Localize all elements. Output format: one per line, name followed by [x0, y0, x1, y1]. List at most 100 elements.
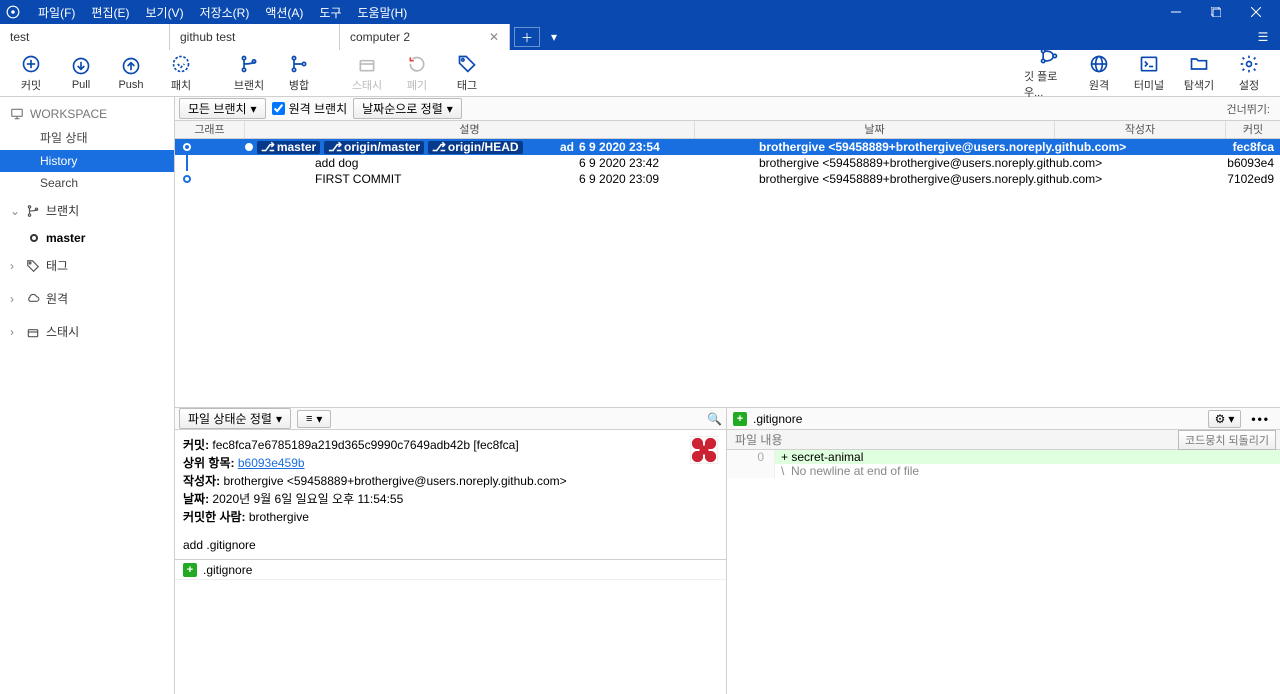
col-commit[interactable]: 커밋 — [1226, 121, 1280, 138]
search-icon[interactable]: 🔍 — [707, 412, 722, 426]
explorer-button[interactable]: 탐색기 — [1174, 50, 1224, 96]
row-hash: fec8fca — [1226, 140, 1280, 154]
toolbar-label: 설정 — [1239, 77, 1259, 93]
diff-context-line: \ No newline at end of file — [775, 464, 1280, 478]
history-row[interactable]: add dog 6 9 2020 23:42 brothergive <5945… — [175, 155, 1280, 171]
hamburger-menu[interactable]: ☰ — [1254, 24, 1280, 50]
sidebar-tags-group[interactable]: › 태그 — [0, 249, 174, 282]
diff-content[interactable]: 0+ secret-animal \ No newline at end of … — [727, 450, 1280, 694]
close-button[interactable] — [1236, 0, 1276, 24]
tab-dropdown-button[interactable]: ▾ — [544, 24, 564, 50]
tab-test[interactable]: test — [0, 24, 170, 50]
toolbar-label: 병합 — [289, 77, 309, 93]
chevron-down-icon: ▾ — [276, 412, 282, 426]
chevron-down-icon: ▾ — [447, 102, 453, 116]
row-date: 6 9 2020 23:09 — [579, 172, 759, 186]
cloud-icon — [26, 292, 40, 306]
info-label: 커밋한 사람: — [183, 510, 246, 524]
sidebar-remotes-group[interactable]: › 원격 — [0, 282, 174, 315]
tags-label: 태그 — [46, 257, 68, 274]
chevron-down-icon: ▾ — [251, 102, 257, 116]
menu-view[interactable]: 보기(V) — [137, 2, 191, 23]
sidebar-branch-master[interactable]: master — [0, 227, 174, 249]
diff-added-line: + secret-animal — [775, 450, 1280, 464]
all-branches-dropdown[interactable]: 모든 브랜치▾ — [179, 98, 266, 119]
history-header: 그래프 설명 날짜 작성자 커밋 — [175, 121, 1280, 139]
history-row[interactable]: ⎇master ⎇origin/master ⎇origin/HEAD ad 6… — [175, 139, 1280, 155]
file-name: .gitignore — [203, 563, 252, 577]
tabbar: test github test computer 2 ✕ ＋ ▾ ☰ — [0, 24, 1280, 50]
history-list[interactable]: ⎇master ⎇origin/master ⎇origin/HEAD ad 6… — [175, 139, 1280, 407]
minimize-button[interactable] — [1156, 0, 1196, 24]
terminal-button[interactable]: 터미널 — [1124, 50, 1174, 96]
branch-dot-icon — [30, 234, 38, 242]
tab-computer-2[interactable]: computer 2 ✕ — [340, 24, 510, 50]
maximize-button[interactable] — [1196, 0, 1236, 24]
diff-settings-button[interactable]: ⚙▾ — [1208, 410, 1242, 428]
col-desc[interactable]: 설명 — [245, 121, 695, 138]
sidebar-stashes-group[interactable]: › 스태시 — [0, 315, 174, 348]
graph-node-icon — [183, 143, 191, 151]
push-button[interactable]: Push — [106, 50, 156, 96]
toolbar: 커밋 Pull Push 패치 브랜치 병합 스태시 폐기 태그 깃 플로우..… — [0, 50, 1280, 97]
tag-button[interactable]: 태그 — [442, 50, 492, 96]
sidebar: WORKSPACE 파일 상태 History Search ⌄ 브랜치 mas… — [0, 97, 175, 694]
remote-icon — [1088, 53, 1110, 75]
file-added-icon: + — [733, 412, 747, 426]
checkbox-input[interactable] — [272, 102, 285, 115]
dropdown-label: 파일 상태순 정렬 — [188, 410, 272, 427]
toolbar-label: Pull — [72, 79, 90, 91]
remote-button[interactable]: 원격 — [1074, 50, 1124, 96]
tab-add-button[interactable]: ＋ — [514, 27, 540, 47]
toolbar-label: 폐기 — [407, 77, 427, 93]
sort-dropdown[interactable]: 날짜순으로 정렬▾ — [353, 98, 462, 119]
merge-button[interactable]: 병합 — [274, 50, 324, 96]
row-desc: add dog — [245, 156, 555, 170]
menu-edit[interactable]: 편집(E) — [83, 2, 137, 23]
view-mode-dropdown[interactable]: ≡ ▾ — [297, 410, 331, 428]
commit-button[interactable]: 커밋 — [6, 50, 56, 96]
revert-hunk-button[interactable]: 코드뭉치 되돌리기 — [1178, 430, 1276, 450]
sidebar-branches-group[interactable]: ⌄ 브랜치 — [0, 194, 174, 227]
info-value: brothergive <59458889+brothergive@users.… — [223, 474, 566, 488]
settings-icon — [1238, 53, 1260, 75]
file-added-icon: + — [183, 563, 197, 577]
pull-button[interactable]: Pull — [56, 50, 106, 96]
stash-icon — [26, 325, 40, 339]
tab-github-test[interactable]: github test — [170, 24, 340, 50]
row-author: brothergive <59458889+brothergive@users.… — [759, 156, 1226, 170]
checkbox-label: 원격 브랜치 — [289, 100, 348, 117]
branch-icon — [238, 53, 260, 75]
discard-icon — [406, 53, 428, 75]
col-date[interactable]: 날짜 — [695, 121, 1055, 138]
changed-file-row[interactable]: + .gitignore — [175, 560, 726, 580]
sidebar-history[interactable]: History — [0, 150, 174, 172]
tab-label: computer 2 — [350, 30, 410, 44]
parent-link[interactable]: b6093e459b — [238, 456, 305, 470]
diff-subheader: 파일 내용 코드뭉치 되돌리기 — [727, 430, 1280, 450]
sidebar-filestatus[interactable]: 파일 상태 — [0, 125, 174, 150]
history-row[interactable]: FIRST COMMIT 6 9 2020 23:09 brothergive … — [175, 171, 1280, 187]
settings-button[interactable]: 설정 — [1224, 50, 1274, 96]
branch-badge-origin-head: ⎇origin/HEAD — [428, 141, 523, 154]
stash-icon — [356, 53, 378, 75]
menu-tools[interactable]: 도구 — [311, 2, 349, 23]
remote-branches-checkbox[interactable]: 원격 브랜치 — [272, 100, 348, 117]
tab-close-icon[interactable]: ✕ — [489, 30, 499, 44]
gitflow-button[interactable]: 깃 플로우... — [1024, 50, 1074, 96]
more-menu-button[interactable]: ••• — [1247, 412, 1274, 426]
col-author[interactable]: 작성자 — [1055, 121, 1226, 138]
diff-toolbar: + .gitignore ⚙▾ ••• — [727, 408, 1280, 430]
menu-repo[interactable]: 저장소(R) — [192, 2, 258, 23]
pull-icon — [70, 55, 92, 77]
menu-action[interactable]: 액션(A) — [257, 2, 311, 23]
file-sort-dropdown[interactable]: 파일 상태순 정렬 ▾ — [179, 408, 291, 429]
toolbar-label: 터미널 — [1134, 77, 1164, 93]
menu-file[interactable]: 파일(F) — [30, 2, 83, 23]
menu-help[interactable]: 도움말(H) — [350, 2, 416, 23]
col-graph[interactable]: 그래프 — [175, 121, 245, 138]
patch-button[interactable]: 패치 — [156, 50, 206, 96]
chevron-right-icon: › — [10, 325, 20, 339]
sidebar-search[interactable]: Search — [0, 172, 174, 194]
branch-button[interactable]: 브랜치 — [224, 50, 274, 96]
